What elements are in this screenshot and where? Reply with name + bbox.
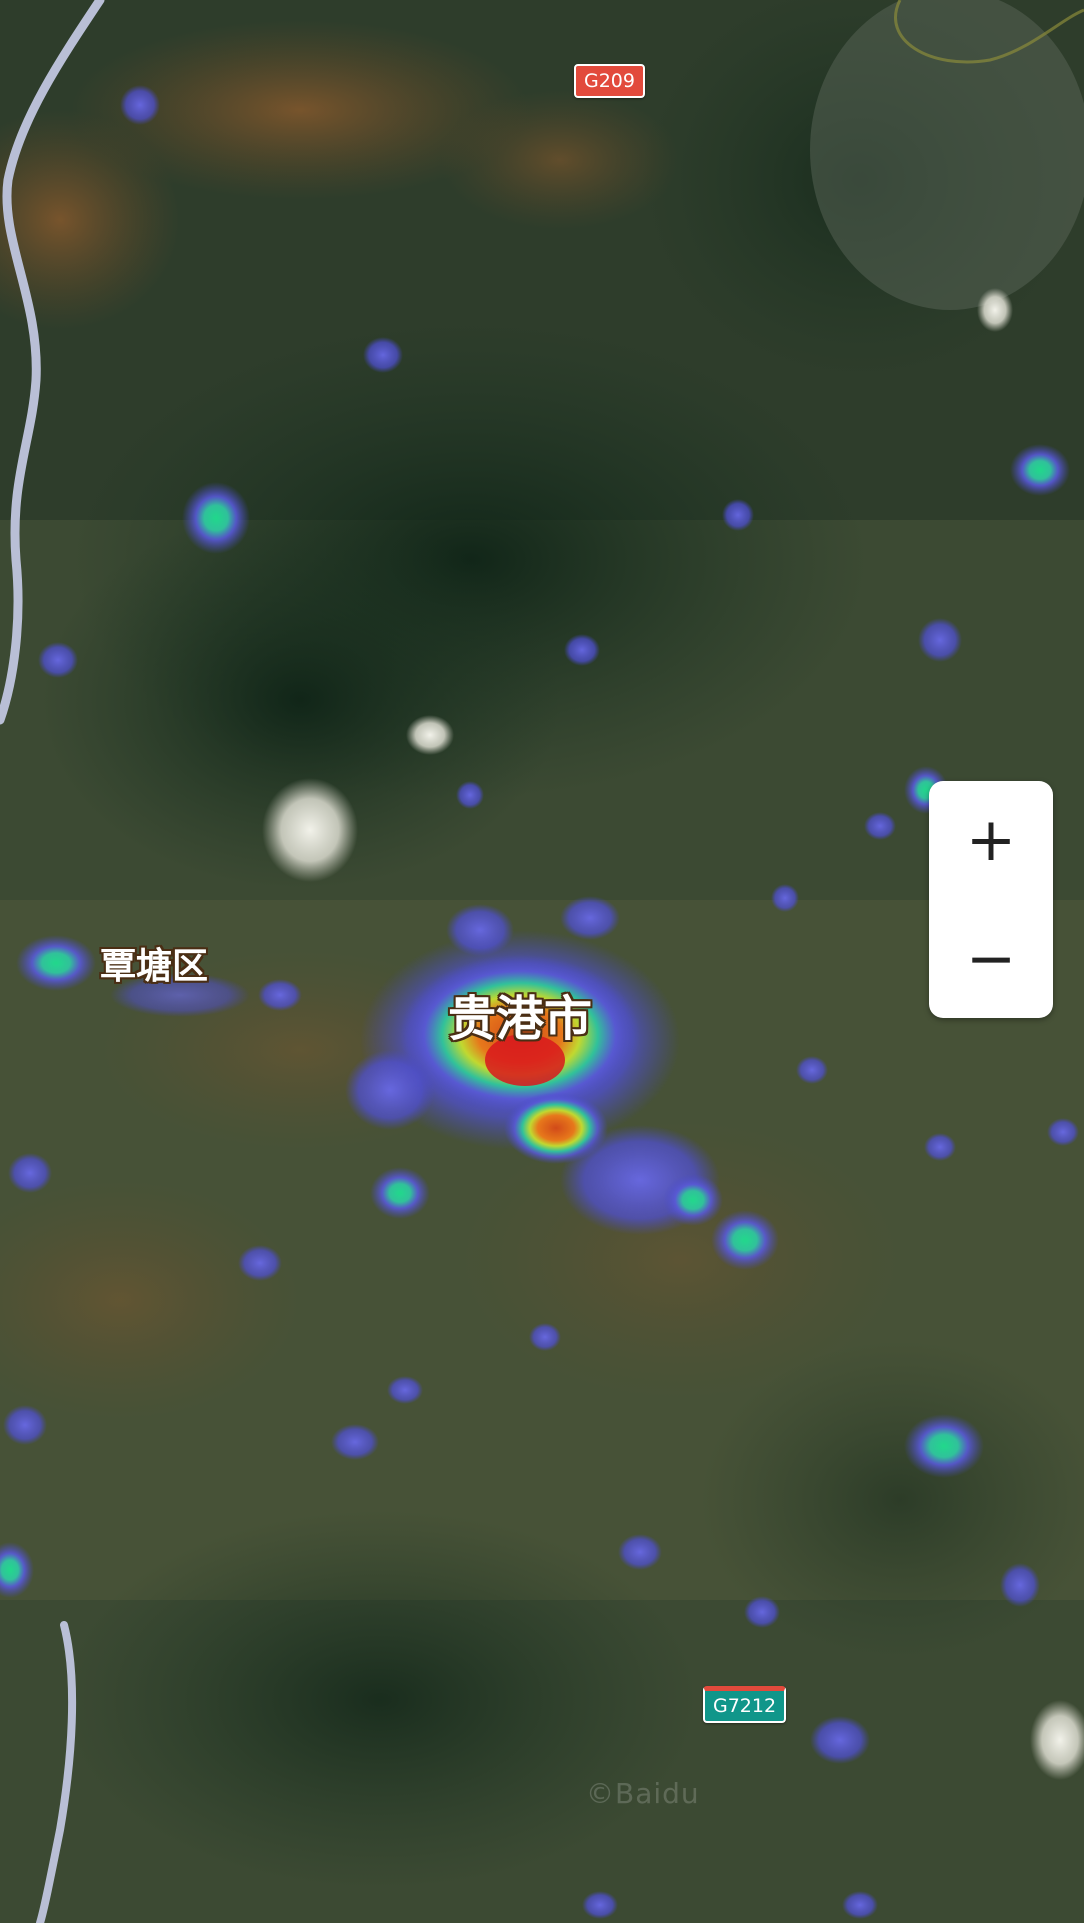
highway-shield-g209: G209: [574, 64, 645, 98]
map-watermark: ©Baidu: [586, 1777, 700, 1810]
district-label: 覃塘区: [100, 946, 209, 987]
highway-shield-g7212: G7212: [703, 1686, 787, 1723]
map-view[interactable]: G209 G7212 覃塘区 贵港市 ©Baidu + −: [0, 0, 1084, 1923]
city-label: 贵港市: [448, 991, 593, 1047]
zoom-in-button[interactable]: +: [929, 781, 1053, 899]
zoom-out-button[interactable]: −: [929, 900, 1053, 1018]
zoom-control: + −: [929, 781, 1053, 1018]
